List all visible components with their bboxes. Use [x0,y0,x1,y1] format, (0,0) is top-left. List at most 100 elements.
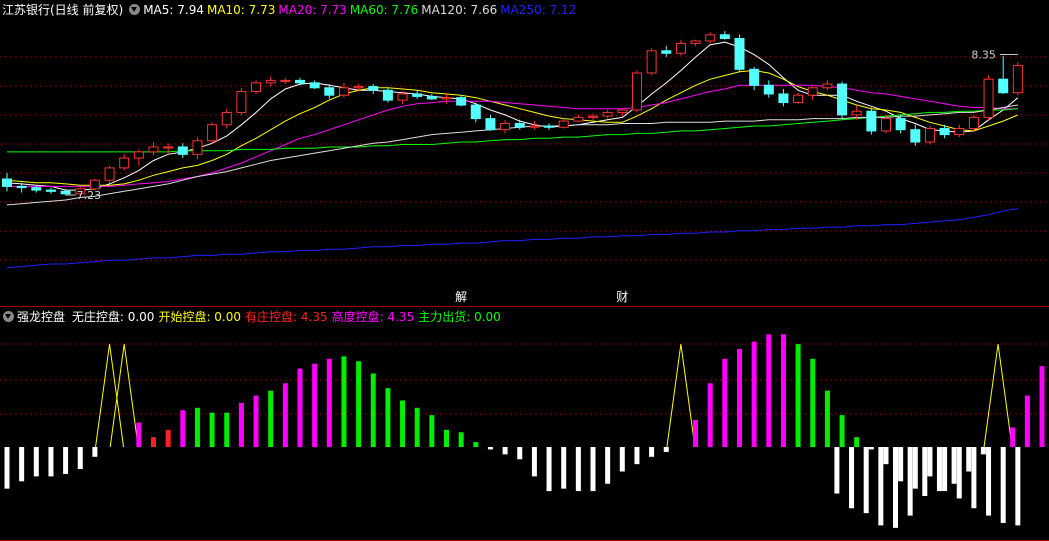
candle-body [60,190,71,195]
candle-body [45,189,56,192]
main-header: 江苏银行(日线 前复权) MA5: 7.94 MA10: 7.73 MA20: 7.7… [0,1,582,19]
indicator-bar [795,344,801,447]
candle [265,76,276,87]
indicator-title: 强龙控盘 [17,310,66,324]
indicator-bar [356,361,362,447]
candle-body [280,79,291,82]
indicator-chart[interactable] [0,307,1049,541]
indicator-bar [922,447,928,496]
candle-body [456,97,467,106]
candle-body [309,82,320,89]
indicator-bar [297,368,303,447]
indicator-bar [194,407,200,447]
candle [1012,61,1023,96]
candle [2,172,12,192]
candle-body [177,146,188,155]
indicator-bar [77,447,83,470]
candle-body [763,84,774,95]
indicator-bar [956,447,962,499]
ma-legend-item: MA250: 7.12 [500,3,577,17]
indicator-bar [429,415,435,447]
indicator-bar [561,447,567,489]
indicator-bar [341,356,347,447]
candle-body [324,87,335,96]
indicator-bar [619,447,625,472]
candle-body [338,87,349,96]
event-marker-label: 解 [455,290,467,304]
indicator-bar [849,447,855,509]
candle-body [207,124,218,142]
candle-body [734,37,745,70]
candle [207,122,218,144]
indicator-bar [751,341,757,447]
candle [675,39,686,56]
indicator-bar [63,447,69,474]
indicator-bar [502,447,508,455]
indicator-bar [766,334,772,447]
indicator-bar [546,447,552,492]
candle [866,107,877,135]
indicator-bar [370,373,376,447]
indicator-bar [165,429,171,447]
candle [631,70,642,113]
indicator-bar [531,447,537,477]
candle-body [719,34,730,39]
candle-body [368,86,379,91]
ma-legend-item: MA60: 7.76 [349,3,419,17]
indicator-legend-value: 0.00 [123,310,155,324]
indicator-bar [414,407,420,447]
candle [251,80,262,94]
candle-body [631,72,642,111]
indicator-bar [1000,447,1006,523]
indicator-bar [487,447,493,450]
candle [705,32,716,44]
candle [514,119,525,130]
candle [456,95,467,107]
indicator-bar [893,447,898,528]
candle-body [265,79,276,84]
chevron-down-icon[interactable] [129,4,141,15]
candle [895,114,906,134]
candle [280,77,291,85]
indicator-bar [663,447,669,452]
candle-body [778,93,789,104]
indicator-bar [1010,427,1016,447]
candle [910,124,921,146]
candle [690,39,701,46]
price-chart[interactable]: 8.35 7.23 解 财 [0,0,1049,307]
indicator-bar [936,447,942,492]
indicator-bar [824,390,830,447]
candle-body [148,146,159,153]
candle-body [104,167,115,181]
candle-body [837,83,848,116]
sub-header: 强龙控盘 无庄控盘: 0.00 开始控盘: 0.00 有庄控盘: 4.35 高度控盘:… [0,308,508,326]
candle [104,165,115,183]
indicator-bar [722,358,728,447]
candle [221,108,232,129]
candle [602,109,613,119]
candle [426,93,437,101]
indicator-bar [180,410,186,447]
chevron-down-icon[interactable] [3,311,14,322]
indicator-bar [634,447,640,465]
candle-body [221,111,232,126]
candle [485,114,496,131]
candle-body [793,94,804,104]
candle-body [983,78,994,118]
indicator-bar [575,447,581,492]
candle [968,114,979,131]
indicator-bar [878,447,884,526]
indicator-bar [942,447,948,492]
candle-body [895,118,906,131]
indicator-legend-label: 有庄控盘: [245,310,298,324]
indicator-legend-label: 无庄控盘: [71,310,124,324]
indicator-bar [444,429,449,447]
indicator-bar [1015,447,1021,526]
indicator-bar [48,447,54,477]
candle [177,143,188,159]
candle-body [705,34,716,42]
indicator-bar [649,447,655,457]
ma-line-ma5 [6,41,1019,191]
indicator-bar [780,334,786,447]
candle [470,102,481,123]
